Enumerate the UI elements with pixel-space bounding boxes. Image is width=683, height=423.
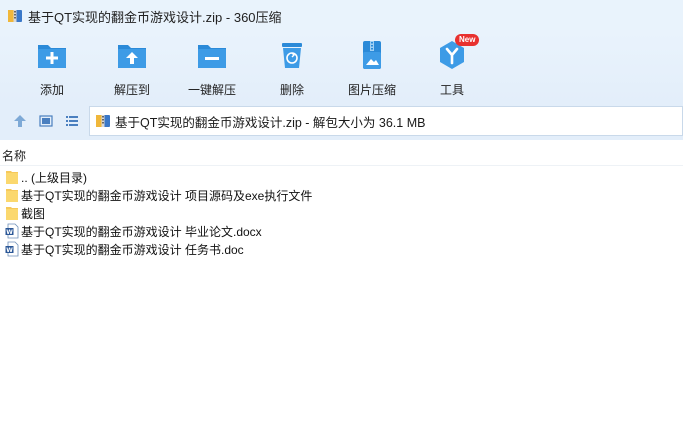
- image-compress-icon: [363, 41, 381, 69]
- tools-label: 工具: [439, 83, 464, 97]
- window-title: 基于QT实现的翻金币游戏设计.zip - 360压缩: [28, 9, 282, 25]
- toolbar: 添加 解压到 一键解压 删除 图片压缩 New 工具: [0, 32, 683, 102]
- list-view-icon[interactable]: [64, 113, 80, 129]
- column-header: 名称: [0, 146, 683, 166]
- svg-text:W: W: [6, 229, 13, 236]
- one-click-extract-label: 一键解压: [187, 83, 236, 97]
- word-document-icon: W: [5, 223, 19, 239]
- delete-button[interactable]: 删除: [256, 38, 328, 98]
- column-name-header[interactable]: 名称: [2, 147, 26, 164]
- list-item-parent-dir[interactable]: .. (上级目录): [0, 168, 683, 186]
- extract-to-button[interactable]: 解压到: [96, 38, 168, 98]
- list-item[interactable]: W 基于QT实现的翻金币游戏设计 任务书.doc: [0, 240, 683, 258]
- tools-icon-wrap: New: [435, 34, 480, 72]
- delete-bin-icon: [282, 43, 302, 68]
- zip-archive-icon: [96, 115, 110, 127]
- file-name: 基于QT实现的翻金币游戏设计 项目源码及exe执行文件: [21, 188, 313, 203]
- one-click-extract-button[interactable]: 一键解压: [176, 38, 248, 98]
- word-document-icon: W: [5, 241, 19, 257]
- extract-to-label: 解压到: [113, 83, 150, 97]
- image-compress-label: 图片压缩: [347, 83, 396, 97]
- folder-icon: [6, 189, 18, 202]
- file-name: 基于QT实现的翻金币游戏设计 毕业论文.docx: [21, 224, 262, 239]
- svg-text:W: W: [6, 247, 13, 254]
- delete-label: 删除: [279, 83, 304, 97]
- file-name: 基于QT实现的翻金币游戏设计 任务书.doc: [21, 242, 244, 257]
- list-item[interactable]: 截图: [0, 204, 683, 222]
- new-badge: New: [455, 34, 480, 46]
- list-item[interactable]: 基于QT实现的翻金币游戏设计 项目源码及exe执行文件: [0, 186, 683, 204]
- add-label: 添加: [39, 83, 64, 97]
- image-compress-button[interactable]: 图片压缩: [336, 38, 408, 98]
- extract-to-icon: [118, 45, 146, 68]
- path-text: 基于QT实现的翻金币游戏设计.zip - 解包大小为 36.1 MB: [115, 115, 426, 130]
- title-bar: 基于QT实现的翻金币游戏设计.zip - 360压缩: [0, 0, 683, 32]
- list-item[interactable]: W 基于QT实现的翻金币游戏设计 毕业论文.docx: [0, 222, 683, 240]
- add-folder-icon: [38, 45, 66, 68]
- folder-icon: [6, 207, 18, 220]
- file-name: .. (上级目录): [21, 170, 87, 185]
- zip-archive-icon: [8, 10, 22, 22]
- up-arrow-icon[interactable]: [12, 113, 28, 129]
- tools-button[interactable]: New 工具: [416, 34, 488, 98]
- file-list: .. (上级目录) 基于QT实现的翻金币游戏设计 项目源码及exe执行文件 截图…: [0, 168, 683, 258]
- thumbnail-view-icon[interactable]: [38, 113, 54, 129]
- folder-icon: [6, 171, 18, 184]
- add-button[interactable]: 添加: [16, 38, 88, 98]
- one-click-extract-icon: [198, 45, 226, 68]
- path-field[interactable]: 基于QT实现的翻金币游戏设计.zip - 解包大小为 36.1 MB: [89, 106, 683, 136]
- file-name: 截图: [21, 206, 46, 221]
